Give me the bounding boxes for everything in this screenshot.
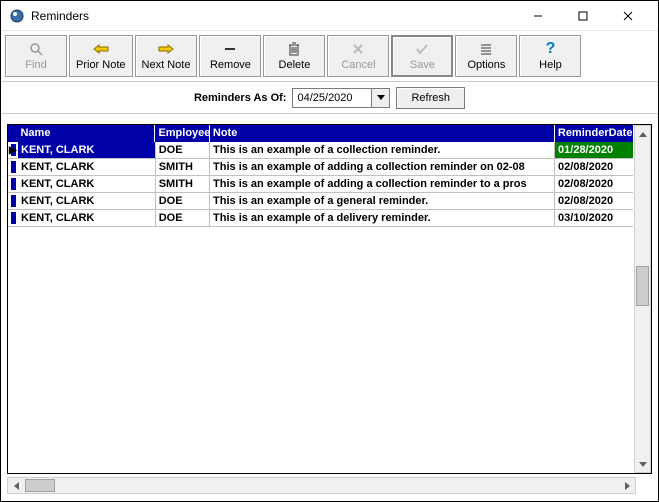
window-controls xyxy=(515,2,650,30)
grid-header: Name Employee Note ReminderDate xyxy=(8,125,633,142)
cell-employee: SMITH xyxy=(156,159,210,176)
save-button[interactable]: Save xyxy=(391,35,453,77)
close-button[interactable] xyxy=(605,2,650,30)
cell-employee: SMITH xyxy=(156,176,210,193)
scroll-left-arrow-icon[interactable] xyxy=(8,478,25,493)
row-marker xyxy=(8,176,18,193)
as-of-label: Reminders As Of: xyxy=(194,92,287,104)
cell-name: KENT, CLARK xyxy=(18,159,156,176)
remove-label: Remove xyxy=(210,59,251,71)
cancel-button[interactable]: Cancel xyxy=(327,35,389,77)
scroll-up-arrow-icon[interactable] xyxy=(635,126,650,143)
horizontal-scroll-thumb[interactable] xyxy=(25,479,55,492)
hand-left-icon xyxy=(92,41,110,57)
cancel-label: Cancel xyxy=(341,59,375,71)
x-icon xyxy=(352,41,364,57)
grid-container: Name Employee Note ReminderDate ▶KENT, C… xyxy=(1,114,658,500)
cell-note: This is an example of adding a collectio… xyxy=(210,159,555,176)
save-label: Save xyxy=(410,59,435,71)
hand-right-icon xyxy=(157,41,175,57)
cell-name: KENT, CLARK xyxy=(18,210,156,227)
delete-button[interactable]: Delete xyxy=(263,35,325,77)
table-row[interactable]: ▶KENT, CLARKDOEThis is an example of a c… xyxy=(8,142,633,159)
question-icon: ? xyxy=(546,41,556,57)
table-row[interactable]: KENT, CLARKDOEThis is an example of a de… xyxy=(8,210,633,227)
cell-reminder-date: 02/08/2020 xyxy=(555,176,633,193)
minus-icon xyxy=(224,41,236,57)
close-icon xyxy=(623,11,633,21)
next-note-label: Next Note xyxy=(142,59,191,71)
find-button[interactable]: Find xyxy=(5,35,67,77)
window-title: Reminders xyxy=(31,9,515,23)
chevron-down-icon xyxy=(377,95,385,101)
horizontal-scroll-track[interactable] xyxy=(25,478,618,493)
cell-employee: DOE xyxy=(156,210,210,227)
options-label: Options xyxy=(467,59,505,71)
table-row[interactable]: KENT, CLARKDOEThis is an example of a ge… xyxy=(8,193,633,210)
maximize-icon xyxy=(578,11,588,21)
table-row[interactable]: KENT, CLARKSMITHThis is an example of ad… xyxy=(8,159,633,176)
row-marker-header xyxy=(8,125,17,142)
options-button[interactable]: Options xyxy=(455,35,517,77)
delete-label: Delete xyxy=(279,59,311,71)
cell-note: This is an example of a delivery reminde… xyxy=(210,210,555,227)
row-marker xyxy=(8,210,18,227)
remove-button[interactable]: Remove xyxy=(199,35,261,77)
row-marker xyxy=(8,193,18,210)
cell-note: This is an example of a general reminder… xyxy=(210,193,555,210)
app-icon xyxy=(9,8,25,24)
trash-icon xyxy=(288,41,300,57)
vertical-scrollbar[interactable] xyxy=(634,125,651,473)
cell-employee: DOE xyxy=(156,142,210,159)
prior-note-label: Prior Note xyxy=(76,59,126,71)
reminders-grid[interactable]: Name Employee Note ReminderDate ▶KENT, C… xyxy=(7,124,652,474)
date-dropdown-button[interactable] xyxy=(371,89,389,107)
cell-note: This is an example of adding a collectio… xyxy=(210,176,555,193)
minimize-button[interactable] xyxy=(515,2,560,30)
scroll-down-arrow-icon[interactable] xyxy=(635,455,650,472)
col-header-name[interactable]: Name xyxy=(17,125,155,142)
table-row[interactable]: KENT, CLARKSMITHThis is an example of ad… xyxy=(8,176,633,193)
scroll-right-arrow-icon[interactable] xyxy=(618,478,635,493)
cell-reminder-date: 02/08/2020 xyxy=(555,159,633,176)
cell-reminder-date: 01/28/2020 xyxy=(555,142,633,159)
row-marker xyxy=(8,159,18,176)
col-header-reminder-date[interactable]: ReminderDate xyxy=(555,125,633,142)
cell-employee: DOE xyxy=(156,193,210,210)
refresh-button[interactable]: Refresh xyxy=(396,87,465,109)
col-header-note[interactable]: Note xyxy=(210,125,555,142)
maximize-button[interactable] xyxy=(560,2,605,30)
next-note-button[interactable]: Next Note xyxy=(135,35,198,77)
cell-reminder-date: 03/10/2020 xyxy=(555,210,633,227)
cell-name: KENT, CLARK xyxy=(18,193,156,210)
cell-note: This is an example of a collection remin… xyxy=(210,142,555,159)
col-header-employee[interactable]: Employee xyxy=(155,125,209,142)
horizontal-scrollbar[interactable] xyxy=(7,477,636,494)
row-marker: ▶ xyxy=(8,142,18,159)
help-label: Help xyxy=(539,59,562,71)
help-button[interactable]: ? Help xyxy=(519,35,581,77)
vertical-scroll-thumb[interactable] xyxy=(636,266,649,306)
cell-reminder-date: 02/08/2020 xyxy=(555,193,633,210)
find-label: Find xyxy=(25,59,46,71)
filter-bar: Reminders As Of: Refresh xyxy=(1,82,658,114)
toolbar: Find Prior Note Next Note Remove Delete … xyxy=(1,31,658,82)
titlebar: Reminders xyxy=(1,1,658,31)
cell-name: KENT, CLARK xyxy=(18,142,156,159)
magnifier-icon xyxy=(29,41,43,57)
minimize-icon xyxy=(533,11,543,21)
as-of-date-input[interactable] xyxy=(293,89,371,107)
list-icon xyxy=(480,41,492,57)
cell-name: KENT, CLARK xyxy=(18,176,156,193)
as-of-date-field[interactable] xyxy=(292,88,390,108)
check-icon xyxy=(415,41,429,57)
prior-note-button[interactable]: Prior Note xyxy=(69,35,133,77)
